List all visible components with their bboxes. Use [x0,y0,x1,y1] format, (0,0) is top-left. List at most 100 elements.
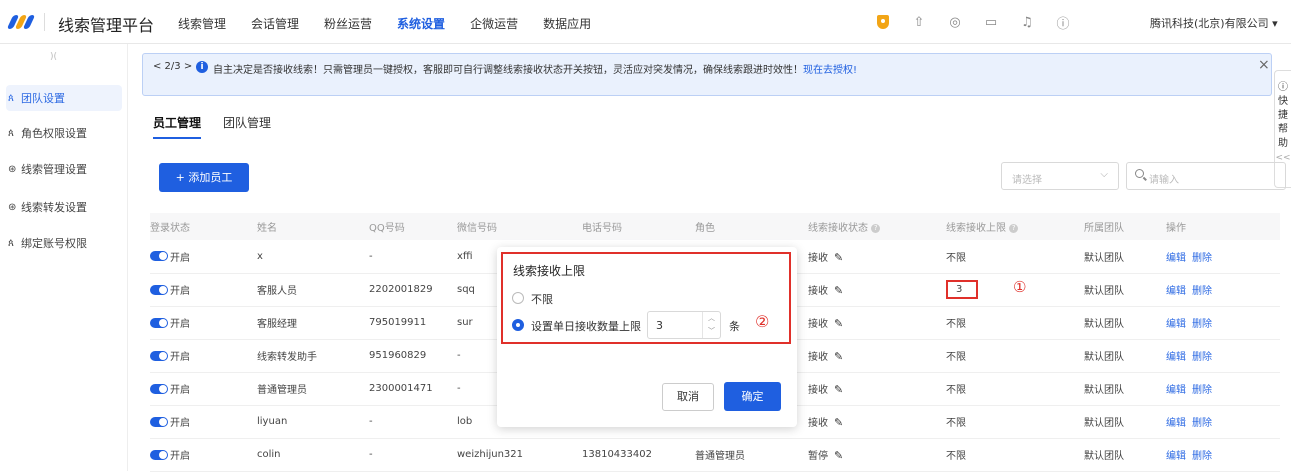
team-icon: ጰ [8,92,14,104]
document-icon[interactable]: ▭ [982,13,1000,31]
radio-daily-limit[interactable] [512,319,524,331]
login-toggle[interactable] [150,350,168,361]
edit-button[interactable]: 编辑 [1166,385,1186,396]
login-toggle[interactable] [150,251,168,262]
search-placeholder: 请输入 [1149,175,1179,186]
logo-icon [6,13,36,31]
cell-qq: 2300001471 [369,372,457,406]
search-input[interactable]: 请输入 [1126,162,1286,190]
edit-button[interactable]: 编辑 [1166,352,1186,363]
limit-value: 不限 [946,352,966,363]
cell-role: 普通管理员 [695,438,808,472]
confirm-button[interactable]: 确定 [724,382,781,411]
column-header-status: 线索接收状态 ? [808,213,946,240]
edit-pencil-icon[interactable]: ✎ [834,251,843,264]
tab-employee-management[interactable]: 员工管理 [153,114,202,139]
edit-button[interactable]: 编辑 [1166,253,1186,264]
limit-value: 不限 [946,319,966,330]
limit-unit: 条 [729,320,740,333]
nav-item-wecom[interactable]: 企微运营 [470,15,518,32]
cell-phone: 13810433402 [582,438,695,472]
nav-item-fans[interactable]: 粉丝运营 [324,15,372,32]
cell-limit: 不限 [946,240,1084,274]
delete-button[interactable]: 删除 [1192,286,1212,297]
nav-item-leads[interactable]: 线索管理 [178,15,226,32]
edit-pencil-icon[interactable]: ✎ [834,350,843,363]
content-tabs: 员工管理 团队管理 [153,114,293,139]
nav-item-data-apps[interactable]: 数据应用 [543,15,591,32]
sidebar-item-role-permissions[interactable]: ጰ 角色权限设置 [6,120,122,146]
edit-pencil-icon[interactable]: ✎ [834,383,843,396]
column-header: 操作 [1166,213,1280,240]
role-icon: ጰ [8,127,14,139]
column-header: 所属团队 [1084,213,1166,240]
delete-button[interactable]: 删除 [1192,451,1212,462]
cell-actions: 编辑 删除 [1166,438,1280,472]
badge-icon[interactable]: ◎ [946,13,964,31]
login-toggle[interactable] [150,416,168,427]
banner-pager[interactable]: < 2/3 > [153,61,192,72]
upload-icon[interactable]: ⇧ [910,13,928,31]
cancel-button[interactable]: 取消 [662,383,714,411]
column-header: 电话号码 [582,213,695,240]
cell-qq: - [369,240,457,274]
filter-select[interactable]: 请选择 ⌵ [1001,162,1119,190]
edit-button[interactable]: 编辑 [1166,286,1186,297]
shield-icon[interactable] [874,13,892,31]
sidebar-item-label: 角色权限设置 [21,127,87,140]
cell-actions: 编辑 删除 [1166,372,1280,406]
brand-title: 线索管理平台 [58,16,155,35]
sidebar-item-lead-settings[interactable]: ⊛ 线索管理设置 [6,156,122,182]
delete-button[interactable]: 删除 [1192,253,1212,264]
login-toggle[interactable] [150,317,168,328]
limit-value-highlight[interactable]: 3 [946,280,978,299]
banner-message: 自主决定是否接收线索！只需管理员一键授权，客服即可自行调整线索接收状态开关按钮，… [213,61,857,76]
column-header: 微信号码 [457,213,582,240]
cell-limit: 不限 [946,306,1084,340]
edit-pencil-icon[interactable]: ✎ [834,317,843,330]
company-dropdown[interactable]: 腾讯科技(北京)有限公司 ▾ [1150,15,1278,31]
delete-button[interactable]: 删除 [1192,319,1212,330]
authorize-link[interactable]: 现在去授权! [803,65,857,76]
edit-button[interactable]: 编辑 [1166,319,1186,330]
edit-button[interactable]: 编辑 [1166,451,1186,462]
delete-button[interactable]: 删除 [1192,352,1212,363]
cell-limit: 不限 [946,438,1084,472]
edit-pencil-icon[interactable]: ✎ [834,449,843,462]
login-toggle[interactable] [150,383,168,394]
radio-unlimited[interactable] [512,292,524,304]
bell-icon[interactable]: ♫ [1018,13,1036,31]
nav-item-sessions[interactable]: 会话管理 [251,15,299,32]
notice-banner: < 2/3 > i 自主决定是否接收线索！只需管理员一键授权，客服即可自行调整线… [142,53,1272,96]
delete-button[interactable]: 删除 [1192,385,1212,396]
tab-team-management[interactable]: 团队管理 [223,114,271,139]
cell-status: 接收 ✎ [808,339,946,373]
cell-actions: 编辑 删除 [1166,339,1280,373]
cell-wechat: weizhijun321 [457,438,582,472]
toggle-label: 开启 [170,385,190,396]
help-circle-icon[interactable]: ⓘ [1054,13,1072,32]
toggle-label: 开启 [170,286,190,297]
cell-team: 默认团队 [1084,273,1166,307]
sidebar-item-bind-account[interactable]: ጰ 绑定账号权限 [6,230,122,256]
sidebar-item-forward-settings[interactable]: ⊛ 线索转发设置 [6,194,122,220]
edit-pencil-icon[interactable]: ✎ [834,416,843,429]
nav-item-system-settings[interactable]: 系统设置 [397,15,445,32]
cell-status: 接收 ✎ [808,405,946,439]
cell-name: 客服人员 [257,273,369,307]
login-toggle[interactable] [150,284,168,295]
sidebar-item-team-settings[interactable]: ጰ 团队设置 [6,85,122,111]
sidebar-collapse-icon[interactable]: )( [50,52,57,62]
cell-name: 客服经理 [257,306,369,340]
login-toggle[interactable] [150,449,168,460]
cell-qq: - [369,438,457,472]
stepper-arrows[interactable]: ︿ ﹀ [702,312,720,338]
quantity-stepper[interactable]: 3 ︿ ﹀ [647,311,721,339]
edit-button[interactable]: 编辑 [1166,418,1186,429]
edit-pencil-icon[interactable]: ✎ [834,284,843,297]
delete-button[interactable]: 删除 [1192,418,1212,429]
cell-status: 接收 ✎ [808,240,946,274]
close-icon[interactable]: × [1258,57,1270,73]
add-employee-button[interactable]: + 添加员工 [159,163,249,192]
cell-qq: 2202001829 [369,273,457,307]
